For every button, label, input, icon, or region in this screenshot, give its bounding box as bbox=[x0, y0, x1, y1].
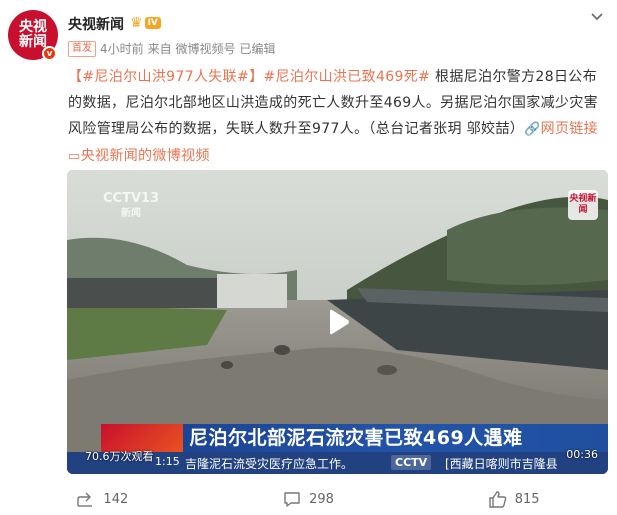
comment-count: 298 bbox=[309, 492, 334, 507]
hashtag-link-2[interactable]: #尼泊尔山洪已致469死# bbox=[263, 69, 430, 85]
comment-button[interactable]: 298 bbox=[206, 484, 412, 515]
view-count: 70.6万次观看 bbox=[85, 450, 154, 463]
video-icon: ▭ bbox=[68, 149, 81, 164]
video-duration: 00:36 bbox=[566, 448, 598, 461]
on-screen-timestamp: 1:15 bbox=[155, 455, 180, 468]
ticker-cctv: CCTV bbox=[391, 455, 432, 470]
post-text: 【#尼泊尔山洪977人失联#】#尼泊尔山洪已致469死# 根据尼泊尔警方28日公… bbox=[68, 64, 608, 170]
web-link[interactable]: 网页链接 bbox=[541, 121, 598, 137]
share-count: 142 bbox=[103, 492, 129, 507]
play-button[interactable] bbox=[319, 304, 355, 340]
verified-badge: v bbox=[42, 46, 57, 61]
play-icon bbox=[330, 309, 349, 335]
post-time[interactable]: 4小时前 bbox=[100, 40, 144, 57]
post-meta: 首发 4小时前 来自 微博视频号 已编辑 bbox=[68, 40, 275, 57]
first-tag: 首发 bbox=[68, 40, 96, 57]
author-name[interactable]: 央视新闻 bbox=[68, 14, 124, 34]
like-icon bbox=[489, 491, 507, 508]
banner-title: 尼泊尔北部泥石流灾害已致469人遇难 bbox=[189, 427, 523, 449]
cctv-watermark-text: CCTV13 bbox=[103, 191, 160, 206]
share-icon bbox=[77, 492, 93, 507]
video-player[interactable]: CCTV13 新闻 央视新闻 尼泊尔北部泥石流灾害已致469人遇难 吉隆泥石流受灾… bbox=[67, 170, 608, 474]
crown-icon: ♛ bbox=[130, 15, 143, 31]
comment-icon bbox=[284, 492, 300, 507]
video-link[interactable]: 央视新闻的微博视频 bbox=[81, 148, 210, 164]
avatar-logo-text: 央视新闻 bbox=[19, 19, 47, 50]
link-icon: 🔗 bbox=[524, 122, 541, 137]
post-source[interactable]: 来自 微博视频号 bbox=[148, 40, 236, 57]
vip-level: IV bbox=[144, 17, 161, 29]
like-count: 815 bbox=[514, 492, 540, 507]
hashtag-link-1[interactable]: 【#尼泊尔山洪977人失联#】 bbox=[68, 69, 263, 85]
corner-logo: 央视新闻 bbox=[568, 190, 598, 220]
share-button[interactable]: 142 bbox=[0, 484, 206, 515]
vip-badge[interactable]: ♛ IV bbox=[130, 15, 161, 31]
cctv-watermark-sub: 新闻 bbox=[121, 208, 142, 219]
ticker-text-right: [西藏日喀则市吉隆县 bbox=[445, 457, 558, 471]
ticker-text-left: 吉隆泥石流受灾医疗应急工作。 bbox=[185, 457, 354, 471]
news-banner: 尼泊尔北部泥石流灾害已致469人遇难 bbox=[101, 424, 608, 452]
edited-label: 已编辑 bbox=[239, 42, 276, 56]
chevron-down-icon[interactable] bbox=[591, 10, 603, 24]
like-button[interactable]: 815 bbox=[411, 484, 617, 515]
action-bar: 142 298 815 bbox=[0, 484, 617, 515]
cctv-watermark: CCTV13 新闻 bbox=[103, 192, 159, 220]
